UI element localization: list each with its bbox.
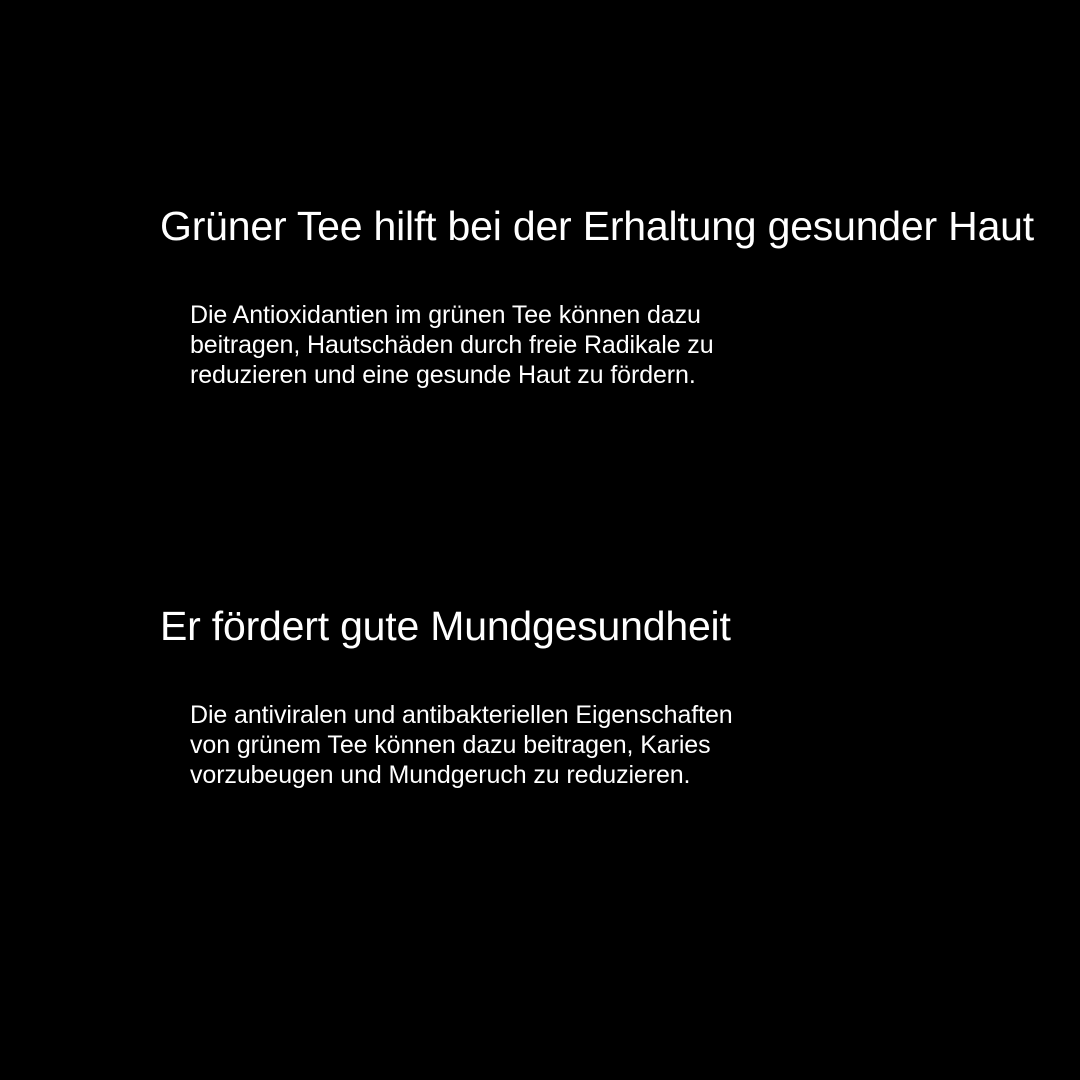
body-line: Die Antioxidantien im grünen Tee können …: [190, 301, 701, 329]
body-line: von grünem Tee können dazu beitragen, Ka…: [190, 731, 711, 759]
section-body: Die antiviralen und antibakteriellen Eig…: [190, 700, 830, 790]
section-heading: Grüner Tee hilft bei der Erhaltung gesun…: [160, 203, 1034, 249]
body-line: beitragen, Hautschäden durch freie Radik…: [190, 331, 714, 359]
section-body: Die Antioxidantien im grünen Tee können …: [190, 300, 830, 390]
body-line: Die antiviralen und antibakteriellen Eig…: [190, 701, 733, 729]
body-line: reduzieren und eine gesunde Haut zu förd…: [190, 361, 696, 389]
body-line: vorzubeugen und Mundgeruch zu reduzieren…: [190, 761, 691, 789]
section-heading: Er fördert gute Mundgesundheit: [160, 603, 731, 649]
